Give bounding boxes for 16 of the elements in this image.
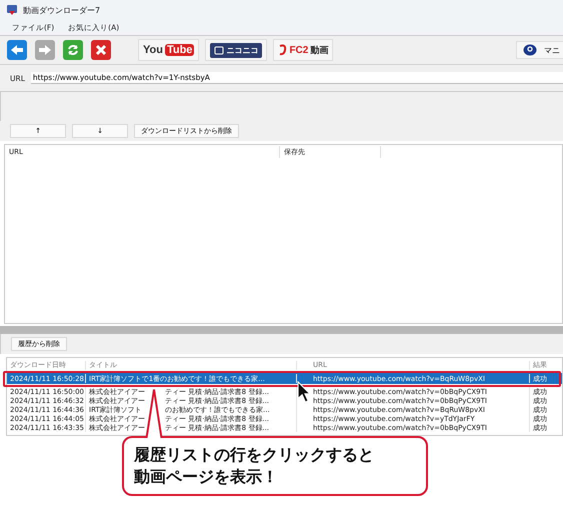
fc2-button[interactable]: FC2 動画 — [273, 39, 334, 61]
niconico-button[interactable]: ニコニコ — [205, 39, 268, 61]
app-icon — [6, 4, 18, 16]
back-button[interactable] — [6, 39, 28, 61]
tv-icon — [214, 45, 224, 55]
cursor-icon — [297, 381, 311, 403]
swirl-icon — [278, 44, 288, 56]
window-title: 動画ダウンローダー7 — [23, 4, 100, 16]
callout-text: 動画ページを表示！ — [134, 466, 279, 488]
refresh-button[interactable] — [62, 39, 84, 61]
stop-button[interactable] — [90, 39, 112, 61]
help-button[interactable]: マニ — [516, 41, 563, 59]
forward-button[interactable] — [34, 39, 56, 61]
callout-text: 履歴リストの行をクリックすると — [134, 444, 375, 466]
help-icon — [523, 44, 537, 56]
youtube-button[interactable]: You Tube — [138, 39, 200, 61]
